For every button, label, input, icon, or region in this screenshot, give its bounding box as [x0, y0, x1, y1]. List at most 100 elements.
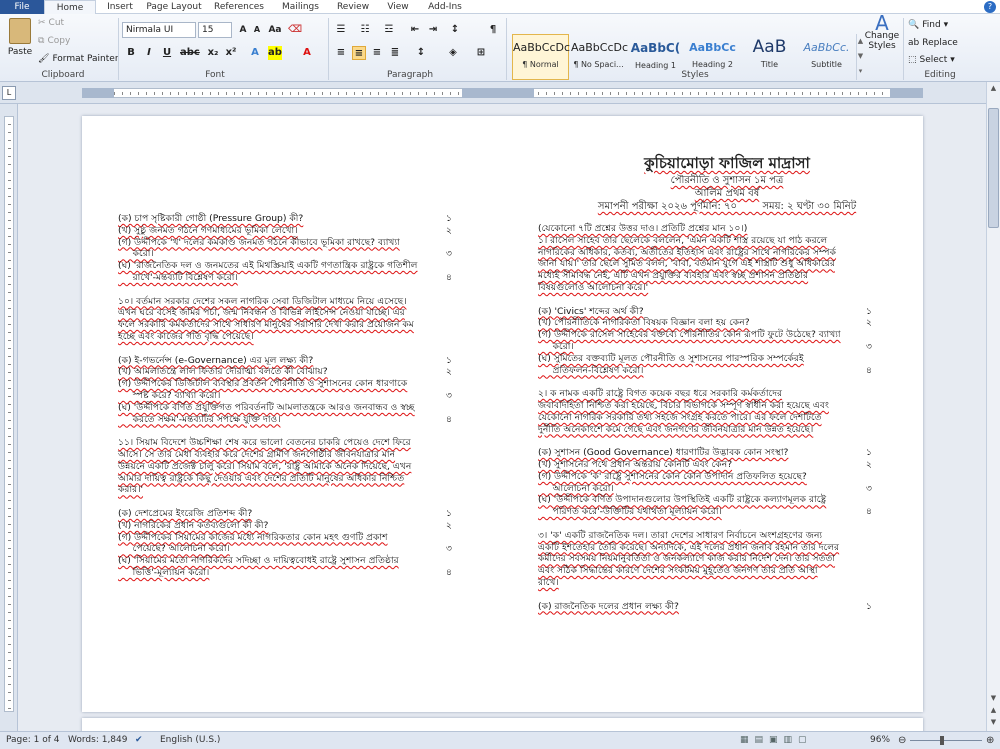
question-line: (ঘ) সুমিতের বক্তব্যটি মূলত পৌরনীতি ও সুশ… — [538, 352, 804, 364]
font-name-field[interactable]: Nirmala UI — [122, 22, 196, 38]
style-subtitle[interactable]: AaBbCc. Subtitle — [798, 34, 855, 80]
horizontal-ruler[interactable]: L — [0, 82, 1000, 104]
mark-value: ১ — [446, 213, 452, 224]
bullets-icon[interactable]: ☰ — [334, 23, 348, 37]
align-center-icon[interactable]: ≡ — [352, 46, 366, 60]
tab-selector[interactable]: L — [2, 86, 16, 100]
line-spacing-icon[interactable]: ↕ — [414, 46, 428, 60]
underline-button[interactable]: U — [160, 46, 174, 60]
bold-button[interactable]: B — [124, 46, 138, 60]
mark-value: ১ — [866, 447, 872, 459]
tab-add-ins[interactable]: Add-Ins — [420, 0, 470, 14]
page-count[interactable]: Page: 1 of 4 — [6, 732, 60, 749]
question-line: যেকোনো নাগরিক সরকারি তথ্য সহজে সংগ্রহ কর… — [538, 411, 822, 423]
vertical-scrollbar[interactable]: ▲ ▼ ▲ ▼ — [986, 82, 1000, 731]
zoom-level[interactable]: 96% — [870, 732, 890, 749]
increase-indent-icon[interactable]: ⇥ — [426, 23, 440, 37]
question-line: (গ) উদ্দীপকে রাসেল সাহেবের বক্তব্যে পৌরন… — [538, 329, 841, 341]
mark-value: ১ — [866, 305, 872, 317]
zoom-slider[interactable] — [910, 736, 982, 745]
question-line: (খ) আমলাতন্ত্রে লাল ফিতার দৌরাত্ম্য বলতে… — [118, 366, 328, 378]
question-line: (ঘ) 'উদ্দীপকে বর্ণিত প্রযুক্তিগত পরিবর্ত… — [118, 401, 415, 413]
highlight-icon[interactable]: ab — [268, 46, 282, 60]
style-normal[interactable]: AaBbCcDc ¶ Normal — [512, 34, 570, 80]
paste-button[interactable]: Paste — [6, 18, 34, 57]
scroll-thumb[interactable] — [988, 108, 999, 228]
multilevel-list-icon[interactable]: ☲ — [382, 23, 396, 37]
question-line: (গ) উদ্দীপকের ডিজিটাল ব্যবস্থার প্রবর্তন… — [118, 378, 408, 390]
language[interactable]: English (U.S.) — [160, 732, 220, 749]
tab-page-layout[interactable]: Page Layout — [143, 0, 205, 14]
change-styles-button[interactable]: A Change Styles — [865, 13, 899, 51]
view-buttons[interactable]: ▦▤▣▥▢ — [740, 732, 813, 749]
zoom-slider-thumb[interactable] — [940, 736, 944, 745]
font-group-label: Font — [205, 70, 225, 80]
vertical-ruler[interactable] — [0, 104, 18, 731]
pilcrow-icon[interactable]: ¶ — [486, 23, 500, 37]
change-case-icon[interactable]: Aa — [268, 23, 282, 37]
question-line: (গ) উদ্দীপকের সিয়ামের কাজের মধ্যে নাগরি… — [118, 531, 388, 543]
tab-home[interactable]: Home — [44, 0, 96, 14]
document-page[interactable]: কুচিয়ামোড়া ফাজিল মাদ্রাসা পৌরনীতি ও সু… — [82, 116, 923, 712]
styles-scroll[interactable]: ▲ ▼ ▾ — [856, 34, 864, 80]
clear-format-icon[interactable]: ⌫ — [288, 23, 302, 37]
select-button[interactable]: ⬚ Select ▾ — [908, 55, 955, 65]
justify-icon[interactable]: ≣ — [388, 46, 402, 60]
align-right-icon[interactable]: ≡ — [370, 46, 384, 60]
tab-file[interactable]: File — [0, 0, 44, 14]
prev-page-icon[interactable]: ▲ — [988, 706, 999, 716]
borders-icon[interactable]: ⊞ — [474, 46, 488, 60]
italic-button[interactable]: I — [142, 46, 156, 60]
grow-font-icon[interactable]: A — [236, 23, 250, 37]
shrink-font-icon[interactable]: A — [250, 23, 264, 37]
tab-review[interactable]: Review — [330, 0, 376, 14]
question-line: ২। ক নামক একটি রাষ্ট্রে বিগত কয়েক বছর ধ… — [538, 388, 783, 400]
zoom-out-icon[interactable]: ⊖ — [898, 732, 906, 749]
align-left-icon[interactable]: ≡ — [334, 46, 348, 60]
tab-mailings[interactable]: Mailings — [273, 0, 328, 14]
question-line: উন্নয়নে একটি প্রজেক্ট চালু করে। সিয়াম … — [118, 460, 412, 472]
clipboard-icon — [9, 18, 31, 44]
question-line: প্রতিফলন-বিশ্লেষণ করো। — [538, 364, 644, 376]
tab-insert[interactable]: Insert — [98, 0, 142, 14]
decrease-indent-icon[interactable]: ⇤ — [408, 23, 422, 37]
question-line: ১১। সিয়াম বিদেশে উচ্চশিক্ষা শেষ করে ভাল… — [118, 437, 411, 449]
style-no-spacing[interactable]: AaBbCcDc ¶ No Spaci... — [570, 34, 628, 80]
find-button[interactable]: 🔍 Find ▾ — [908, 20, 948, 30]
paragraph-group-label: Paragraph — [386, 70, 434, 80]
mark-value: ৪ — [866, 364, 872, 376]
strikethrough-button[interactable]: abc — [180, 46, 200, 60]
ruler-margin-right — [890, 88, 923, 98]
numbering-icon[interactable]: ☷ — [358, 23, 372, 37]
copy-button[interactable]: ⧉ Copy — [38, 36, 70, 46]
font-size-field[interactable]: 15 — [198, 22, 232, 38]
help-icon[interactable]: ? — [984, 1, 996, 13]
question-line: আমার দায়িত্ব রাষ্ট্রকে কিছু দেওয়ার এবং… — [118, 472, 405, 484]
format-painter-button[interactable]: 🖌 Format Painter — [38, 54, 119, 64]
scroll-up-icon[interactable]: ▲ — [988, 84, 999, 94]
group-divider — [328, 18, 329, 80]
document-workspace: কুচিয়ামোড়া ফাজিল মাদ্রাসা পৌরনীতি ও সু… — [18, 104, 986, 731]
subscript-button[interactable]: x₂ — [206, 46, 220, 60]
word-count[interactable]: Words: 1,849 — [68, 732, 127, 749]
zoom-in-icon[interactable]: ⊕ — [986, 732, 994, 749]
font-color-icon[interactable]: A — [300, 46, 314, 60]
proofing-icon[interactable]: ✔ — [135, 732, 143, 749]
question-line: এবং সঠিক সিদ্ধান্তের কারণে দেশের সংকটময়… — [538, 565, 818, 577]
document-page-2[interactable] — [82, 718, 923, 731]
cut-button[interactable]: ✂ Cut — [38, 18, 64, 28]
tab-view[interactable]: View — [378, 0, 418, 14]
style-title[interactable]: AaB Title — [741, 34, 798, 80]
superscript-button[interactable]: x² — [224, 46, 238, 60]
scroll-down-icon[interactable]: ▼ — [988, 694, 999, 704]
document-subject: পৌরনীতি ও সুশাসন ১ম পত্র — [670, 175, 784, 186]
group-divider — [903, 18, 904, 80]
binoculars-icon: 🔍 — [908, 20, 920, 30]
sort-icon[interactable]: ↕ — [448, 23, 462, 37]
shading-icon[interactable]: ◈ — [446, 46, 460, 60]
text-effects-icon[interactable]: A — [248, 46, 262, 60]
next-page-icon[interactable]: ▼ — [988, 718, 999, 728]
question-line: (খ) পৌরনীতিকে নাগরিকতা বিষয়ক বিজ্ঞান বল… — [538, 317, 750, 329]
tab-references[interactable]: References — [208, 0, 270, 14]
replace-button[interactable]: ab Replace — [908, 38, 958, 48]
